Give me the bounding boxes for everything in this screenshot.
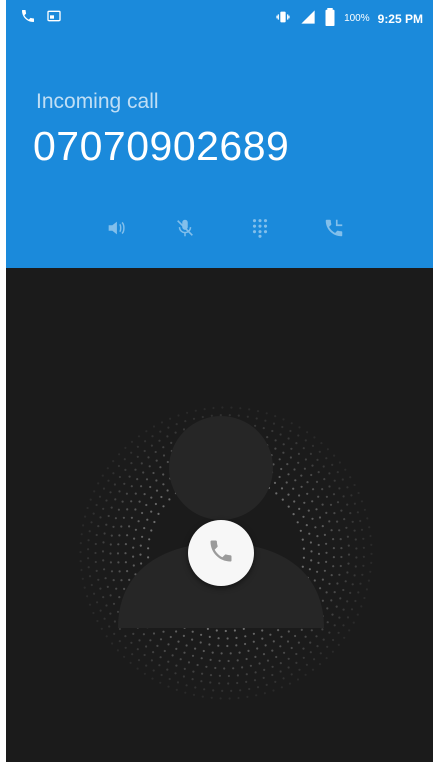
add-call-button[interactable] bbox=[316, 212, 352, 248]
answer-call-button[interactable] bbox=[188, 520, 254, 586]
caller-number: 07070902689 bbox=[33, 123, 290, 169]
speaker-icon bbox=[105, 217, 127, 244]
dialpad-button[interactable] bbox=[242, 212, 278, 248]
dialpad-icon bbox=[249, 217, 271, 244]
answer-area bbox=[6, 268, 433, 773]
bottom-edge bbox=[6, 762, 433, 773]
battery-percent: 100% bbox=[344, 13, 370, 24]
vibrate-icon bbox=[274, 9, 292, 28]
status-bar: 100% 9:25 PM bbox=[6, 0, 433, 34]
call-actions bbox=[6, 212, 433, 252]
speaker-button[interactable] bbox=[98, 212, 134, 248]
signal-icon bbox=[300, 9, 316, 28]
call-status-label: Incoming call bbox=[36, 90, 159, 113]
incoming-call-screen: 100% 9:25 PM Incoming call 07070902689 bbox=[6, 0, 433, 773]
phone-answer-icon bbox=[207, 537, 235, 570]
screenshot-icon bbox=[46, 8, 62, 29]
battery-icon bbox=[324, 8, 336, 29]
mute-button[interactable] bbox=[167, 212, 203, 248]
call-header: Incoming call 07070902689 bbox=[6, 34, 433, 268]
add-call-icon bbox=[323, 217, 345, 244]
mute-icon bbox=[174, 217, 196, 244]
phone-icon bbox=[20, 8, 36, 29]
clock: 9:25 PM bbox=[377, 11, 423, 26]
